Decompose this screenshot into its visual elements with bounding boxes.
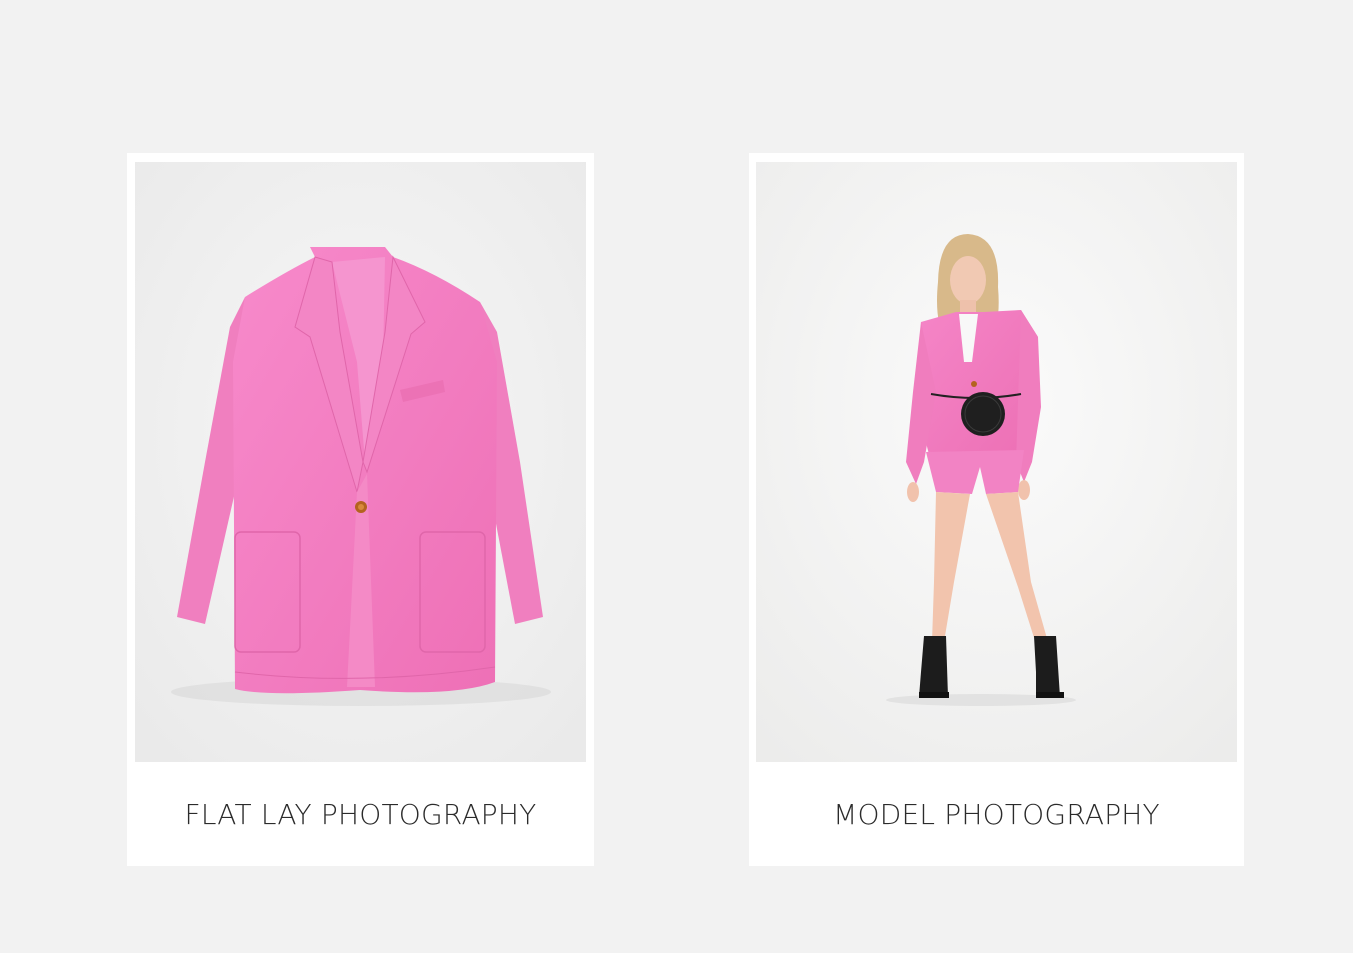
model-caption: MODEL PHOTOGRAPHY <box>833 798 1160 831</box>
flat-lay-caption: FLAT LAY PHOTOGRAPHY <box>184 798 537 831</box>
gallery-page: FLAT LAY PHOTOGRAPHY MODEL PHOTOGRAPHY <box>0 0 1353 953</box>
flat-lay-card[interactable]: FLAT LAY PHOTOGRAPHY <box>127 153 594 866</box>
flat-lay-photo[interactable] <box>135 162 586 762</box>
pink-blazer-image <box>135 162 586 762</box>
model-in-pink-image <box>756 162 1237 762</box>
model-photo[interactable] <box>756 162 1237 762</box>
model-card[interactable]: MODEL PHOTOGRAPHY <box>749 153 1244 866</box>
